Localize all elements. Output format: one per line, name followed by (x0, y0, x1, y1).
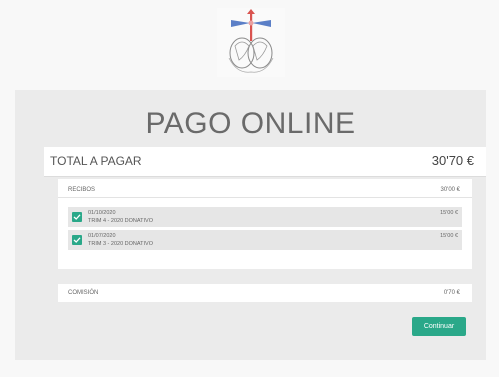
receipt-amount: 15'00 € (440, 233, 458, 239)
receipt-checkbox[interactable] (72, 212, 82, 222)
fee-amount: 0'70 € (443, 290, 460, 296)
receipts-header: RECIBOS 30'00 € (58, 179, 472, 198)
receipt-date: 01/10/2020 (88, 210, 116, 216)
page-title: PAGO ONLINE (145, 107, 356, 140)
check-icon (73, 237, 81, 243)
receipts-amount: 30'00 € (440, 187, 461, 193)
fee-label: COMISIÓN (68, 290, 99, 296)
receipt-date: 01/07/2020 (88, 233, 116, 239)
total-amount: 30'70 € (431, 153, 474, 168)
total-label: TOTAL A PAGAR (50, 154, 142, 168)
payment-panel: PAGO ONLINE TOTAL A PAGAR 30'70 € RECIBO… (15, 90, 486, 360)
fee-row: COMISIÓN 0'70 € (58, 284, 472, 302)
receipts-label: RECIBOS (68, 187, 96, 193)
receipts-section: RECIBOS 30'00 € 01/10/2020 TRIM 4 - 2020… (58, 179, 472, 269)
receipt-checkbox[interactable] (72, 235, 82, 245)
receipt-description: TRIM 3 - 2020 DONATIVO (88, 241, 153, 247)
receipt-description: TRIM 4 - 2020 DONATIVO (88, 218, 153, 224)
emblem-logo (217, 8, 285, 77)
receipt-amount: 15'00 € (440, 210, 458, 216)
receipt-item: 01/07/2020 TRIM 3 - 2020 DONATIVO 15'00 … (68, 230, 462, 250)
emblem-logo-icon (228, 9, 274, 73)
total-row: TOTAL A PAGAR 30'70 € (44, 147, 486, 177)
receipt-item: 01/10/2020 TRIM 4 - 2020 DONATIVO 15'00 … (68, 207, 462, 227)
check-icon (73, 214, 81, 220)
page: PAGO ONLINE TOTAL A PAGAR 30'70 € RECIBO… (0, 0, 499, 377)
continue-button[interactable]: Continuar (412, 317, 466, 336)
